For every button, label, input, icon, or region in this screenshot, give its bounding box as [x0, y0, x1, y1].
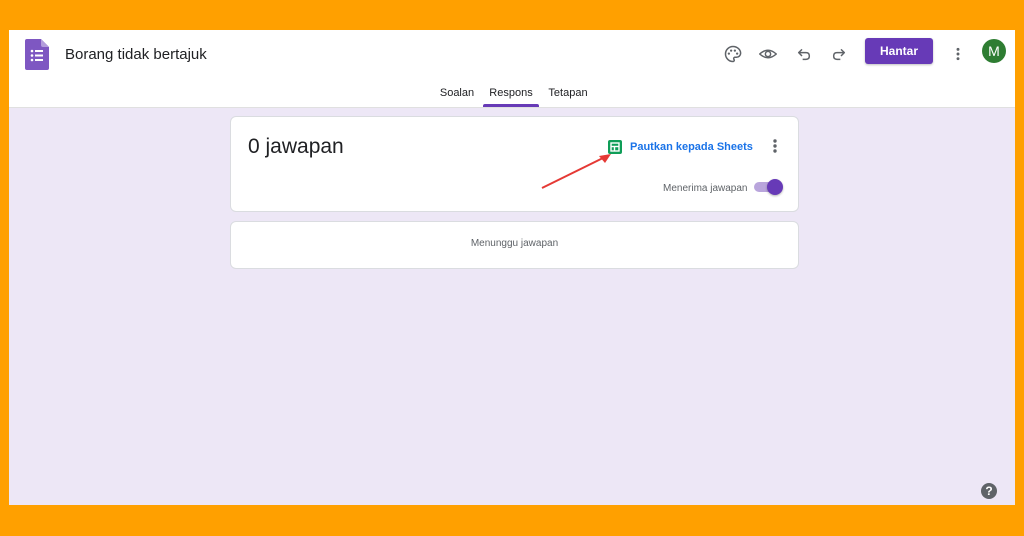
more-options-icon[interactable] [767, 137, 783, 155]
form-title[interactable]: Borang tidak bertajuk [65, 45, 207, 65]
response-count-title: 0 jawapan [248, 135, 344, 158]
tab-bar: Soalan Respons Tetapan [9, 79, 1015, 107]
waiting-responses-text: Menunggu jawapan [470, 238, 559, 249]
app-header: Borang tidak bertajuk Hantar M Soalan Re… [9, 30, 1015, 108]
tab-settings[interactable]: Tetapan [547, 87, 589, 99]
google-forms-logo-icon[interactable] [25, 39, 49, 70]
more-vert-icon[interactable] [943, 39, 973, 69]
avatar[interactable]: M [982, 39, 1006, 63]
redo-icon[interactable] [824, 39, 854, 69]
send-button[interactable]: Hantar [865, 38, 933, 64]
preview-icon[interactable] [753, 39, 783, 69]
accepting-responses-toggle[interactable] [753, 179, 783, 195]
toggle-thumb [767, 179, 783, 195]
palette-icon[interactable] [718, 39, 748, 69]
responses-summary-card: 0 jawapan Pautkan kepada Sheets Menerima… [230, 116, 799, 212]
tab-questions[interactable]: Soalan [439, 87, 475, 99]
tab-responses[interactable]: Respons [487, 87, 535, 99]
annotation-arrow-icon [541, 154, 611, 189]
undo-icon[interactable] [789, 39, 819, 69]
link-to-sheets-button[interactable]: Pautkan kepada Sheets [608, 139, 753, 155]
forms-window: Borang tidak bertajuk Hantar M Soalan Re… [9, 30, 1015, 505]
help-icon[interactable]: ? [981, 483, 997, 499]
active-tab-indicator [483, 104, 539, 107]
accepting-responses-label: Menerima jawapan [663, 183, 748, 194]
link-to-sheets-label: Pautkan kepada Sheets [630, 141, 753, 153]
waiting-responses-card: Menunggu jawapan [230, 221, 799, 269]
